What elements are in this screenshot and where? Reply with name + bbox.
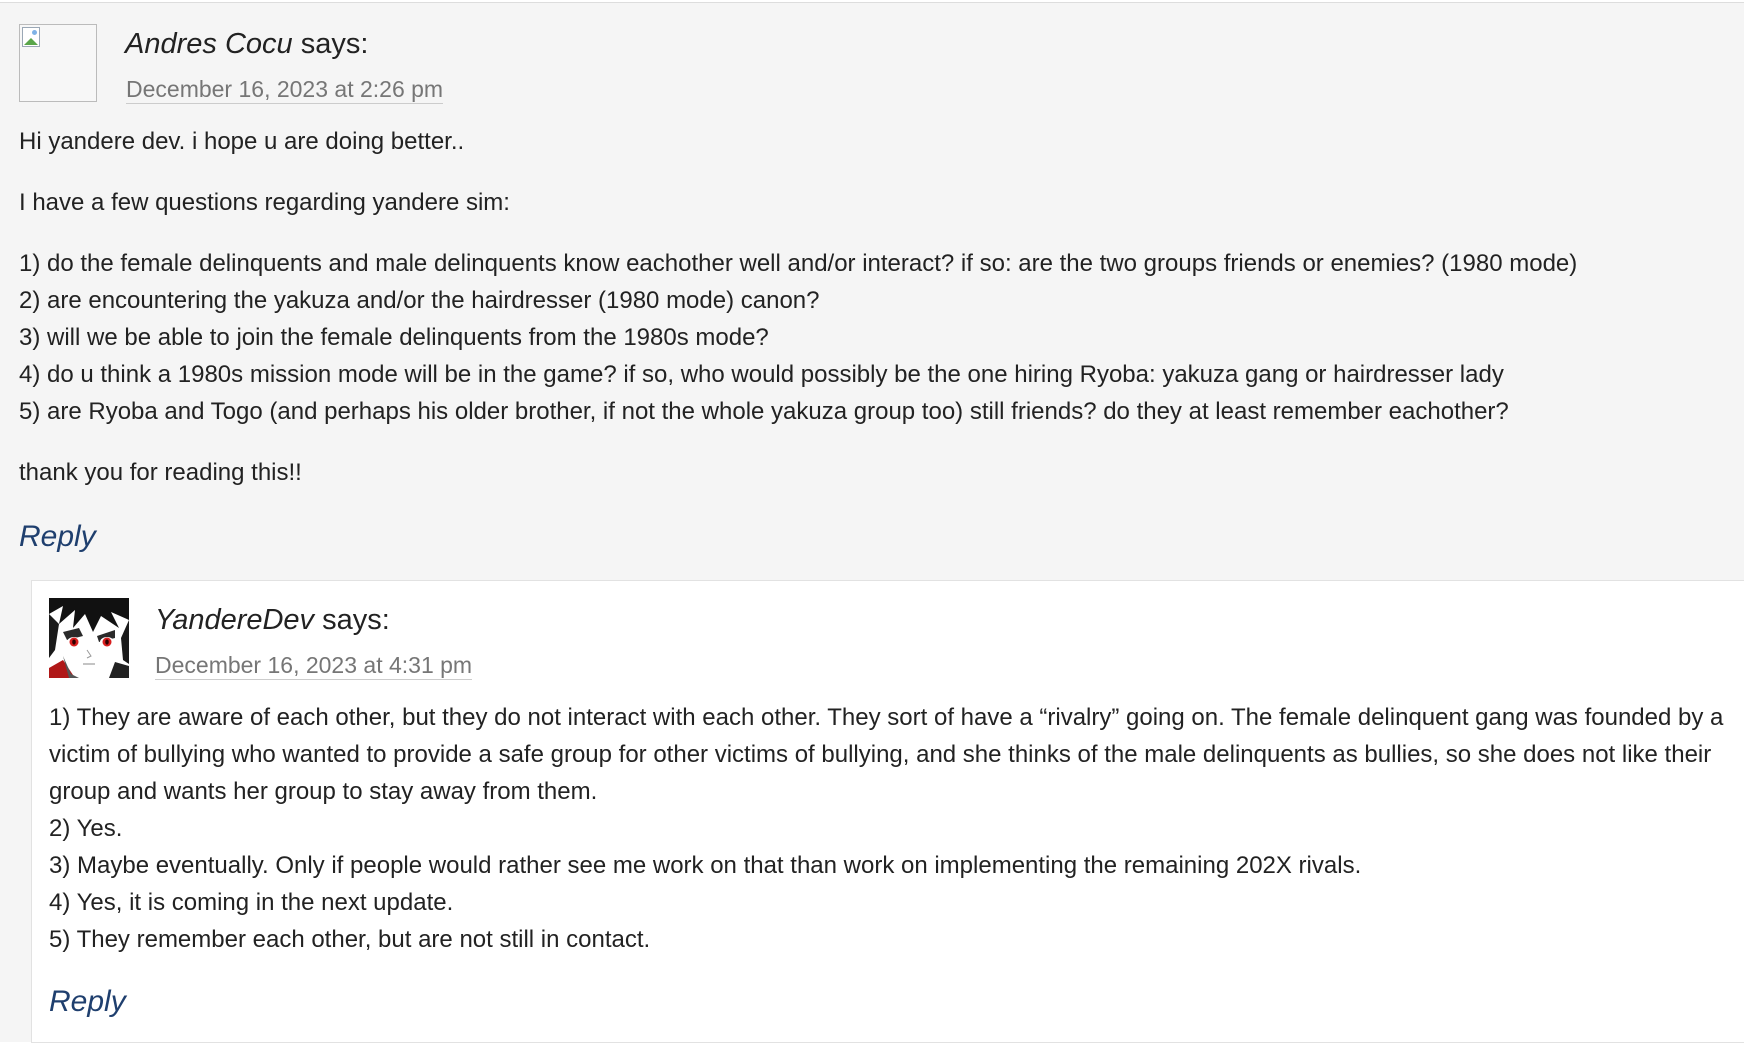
reply-author-line: YandereDev says:: [155, 603, 390, 637]
says-label: says:: [314, 604, 390, 636]
question-4: 4) do u think a 1980s mission mode will …: [19, 361, 1504, 388]
question-1: 1) do the female delinquents and male de…: [19, 250, 1578, 277]
comment-andres-cocu: Andres Cocu says: December 16, 2023 at 2…: [0, 2, 1744, 1043]
comment-closing: thank you for reading this!!: [19, 459, 302, 486]
comment-author-line: Andres Cocu says:: [125, 27, 368, 61]
broken-image-icon: [22, 27, 40, 47]
question-5: 5) are Ryoba and Togo (and perhaps his o…: [19, 398, 1509, 425]
reply-date-link[interactable]: December 16, 2023 at 4:31 pm: [155, 651, 473, 680]
reply-button[interactable]: Reply: [49, 984, 126, 1020]
answer-3: 3) Maybe eventually. Only if people woul…: [49, 852, 1362, 879]
reply-button[interactable]: Reply: [19, 519, 96, 555]
comment-author-name: Andres Cocu: [125, 28, 293, 60]
comment-intro: I have a few questions regarding yandere…: [19, 189, 510, 216]
answer-1: 1) They are aware of each other, but the…: [49, 704, 1724, 805]
says-label: says:: [292, 28, 369, 60]
answer-4: 4) Yes, it is coming in the next update.: [49, 889, 454, 916]
commenter-avatar: [19, 24, 97, 102]
reply-comment-yanderedev: YandereDev says: December 16, 2023 at 4:…: [31, 580, 1744, 1043]
comment-date-link[interactable]: December 16, 2023 at 2:26 pm: [126, 75, 444, 104]
answer-2: 2) Yes.: [49, 815, 123, 842]
anime-avatar-icon: [49, 598, 129, 678]
comment-greeting: Hi yandere dev. i hope u are doing bette…: [19, 128, 465, 155]
reply-author-name: YandereDev: [155, 604, 315, 636]
answer-5: 5) They remember each other, but are not…: [49, 926, 651, 953]
question-2: 2) are encountering the yakuza and/or th…: [19, 287, 820, 314]
question-3: 3) will we be able to join the female de…: [19, 324, 769, 351]
